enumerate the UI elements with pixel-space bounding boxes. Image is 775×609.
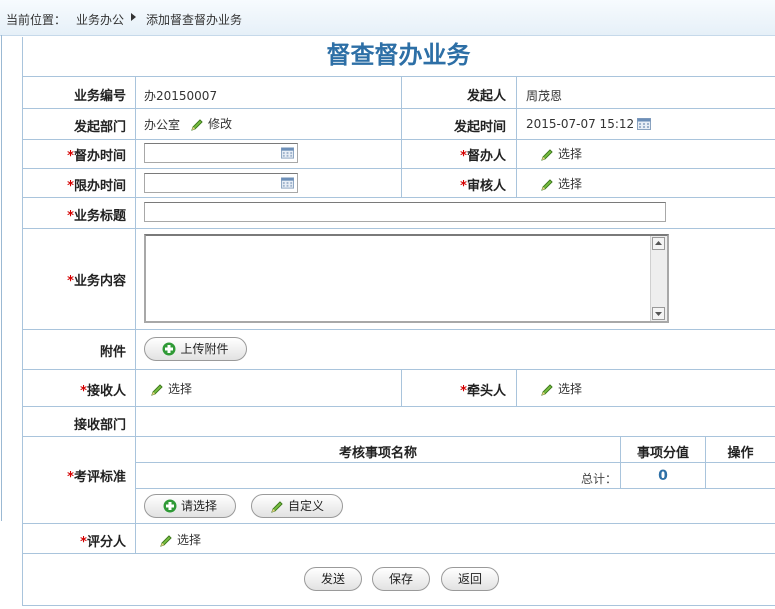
pencil-icon xyxy=(191,118,203,131)
supervisor-label: *督办人 xyxy=(460,149,506,164)
criteria-header-score: 事项分值 xyxy=(636,446,689,461)
criteria-label: *考评标准 xyxy=(67,470,126,485)
pencil-icon xyxy=(541,148,553,161)
pencil-icon xyxy=(151,383,163,396)
content-textarea[interactable] xyxy=(144,234,669,323)
scorer-label: *评分人 xyxy=(80,535,126,550)
calendar-icon[interactable] xyxy=(281,147,294,159)
left-border xyxy=(1,35,2,521)
plus-icon xyxy=(163,499,177,512)
criteria-header-action: 操作 xyxy=(727,446,754,461)
criteria-total-value: 0 xyxy=(658,468,668,484)
breadcrumb-prefix: 当前位置： xyxy=(6,13,67,27)
scorer-select-link[interactable]: 选择 xyxy=(159,531,201,548)
leader-select-link[interactable]: 选择 xyxy=(540,380,582,397)
supervise-time-label: *督办时间 xyxy=(67,149,126,164)
pencil-icon xyxy=(541,178,553,191)
pencil-icon xyxy=(160,534,172,547)
business-no-value: 办20150007 xyxy=(144,89,218,103)
reviewer-label: *审核人 xyxy=(460,179,506,194)
attachment-label: 附件 xyxy=(99,345,126,360)
initiator-label: 发起人 xyxy=(466,89,506,104)
send-button[interactable]: 发送 xyxy=(304,567,362,591)
receive-dept-label: 接收部门 xyxy=(73,418,126,433)
criteria-total-label: 总计： xyxy=(581,472,618,486)
breadcrumb-arrow-icon xyxy=(131,13,136,21)
page-title: 督查督办业务 xyxy=(326,41,471,69)
business-no-label: 业务编号 xyxy=(73,89,126,104)
limit-time-input[interactable] xyxy=(144,173,298,193)
subject-input[interactable] xyxy=(144,202,666,222)
calendar-icon[interactable] xyxy=(637,118,651,130)
scroll-down-icon[interactable] xyxy=(652,307,665,320)
save-button[interactable]: 保存 xyxy=(372,567,430,591)
receiver-select-link[interactable]: 选择 xyxy=(150,380,192,397)
supervise-time-input[interactable] xyxy=(144,143,298,163)
init-time-label: 发起时间 xyxy=(453,120,506,135)
reviewer-select-link[interactable]: 选择 xyxy=(540,175,582,192)
calendar-icon[interactable] xyxy=(281,177,294,189)
supervisor-select-link[interactable]: 选择 xyxy=(540,145,582,162)
initiator-value: 周茂恩 xyxy=(526,89,563,103)
back-button[interactable]: 返回 xyxy=(441,567,499,591)
dept-edit-link[interactable]: 修改 xyxy=(190,115,232,132)
choose-criteria-button[interactable]: 请选择 xyxy=(144,494,236,518)
subject-label: *业务标题 xyxy=(67,209,126,224)
criteria-header-name: 考核事项名称 xyxy=(338,446,417,461)
breadcrumb: 当前位置： 业务办公 添加督查督办业务 xyxy=(0,0,775,36)
breadcrumb-item-office[interactable]: 业务办公 xyxy=(76,11,124,28)
custom-criteria-button[interactable]: 自定义 xyxy=(251,494,343,518)
upload-attachment-button[interactable]: 上传附件 xyxy=(144,337,247,361)
dept-label: 发起部门 xyxy=(73,120,126,135)
receiver-label: *接收人 xyxy=(80,384,126,399)
init-time-value: 2015-07-07 15:12 xyxy=(526,117,635,131)
leader-label: *牵头人 xyxy=(460,384,506,399)
content-label: *业务内容 xyxy=(67,274,126,289)
pencil-icon xyxy=(541,383,553,396)
dept-value: 办公室 xyxy=(144,118,181,132)
plus-icon xyxy=(162,342,176,355)
content-scrollbar[interactable] xyxy=(650,236,667,321)
limit-time-label: *限办时间 xyxy=(67,179,126,194)
scroll-up-icon[interactable] xyxy=(652,237,665,250)
pencil-icon xyxy=(271,500,283,513)
breadcrumb-item-current: 添加督查督办业务 xyxy=(146,13,243,27)
